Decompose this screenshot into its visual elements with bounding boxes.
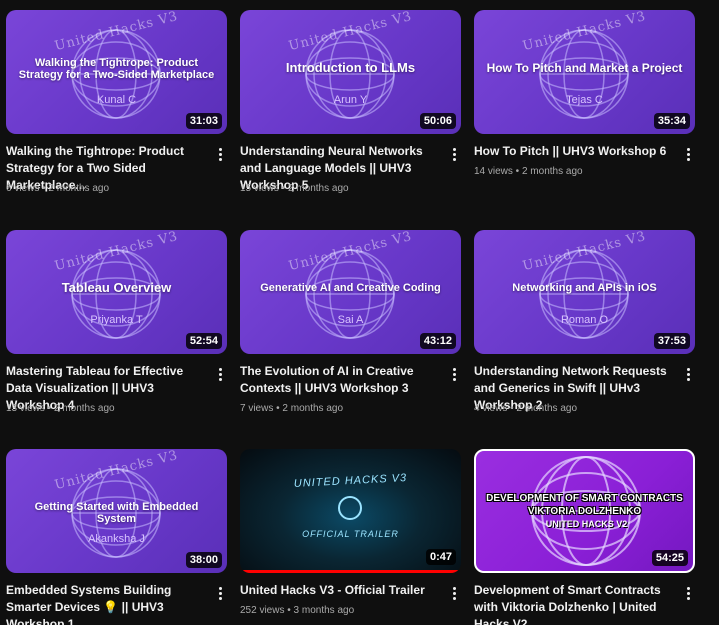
thumbnail-title: OFFICIAL TRAILER <box>302 529 399 539</box>
thumbnail-brand: UNITED HACKS V3 <box>293 472 408 490</box>
video-title[interactable]: Embedded Systems Building Smarter Device… <box>6 582 211 625</box>
view-count: 252 views <box>240 605 285 616</box>
thumbnail-title: Walking the Tightrope: Product Strategy … <box>18 57 215 81</box>
video-thumbnail[interactable]: United Hacks V3 Generative AI and Creati… <box>240 230 461 354</box>
video-card[interactable]: United Hacks V3 How To Pitch and Market … <box>474 10 696 177</box>
video-card[interactable]: United Hacks V3 Walking the Tightrope: P… <box>6 10 228 194</box>
view-count: 15 views <box>240 183 279 194</box>
thumbnail-title: Networking and APIs in iOS <box>512 282 657 294</box>
video-thumbnail[interactable]: United Hacks V3 Walking the Tightrope: P… <box>6 10 227 134</box>
thumbnail-speaker: Tejas C <box>566 94 603 106</box>
more-options-icon[interactable] <box>215 147 225 163</box>
duration-badge: 0:47 <box>425 549 456 565</box>
duration-badge: 52:54 <box>185 333 222 349</box>
video-thumbnail[interactable]: UNITED HACKS V3 OFFICIAL TRAILER 0:47 <box>240 449 461 573</box>
view-count: 14 views <box>474 166 513 177</box>
video-meta: 4 views • 2 months ago <box>474 403 578 414</box>
more-options-icon[interactable] <box>683 586 693 602</box>
video-thumbnail[interactable]: DEVELOPMENT OF SMART CONTRACTS VIKTORIA … <box>474 449 695 573</box>
video-meta: 15 views • 2 months ago <box>240 183 349 194</box>
duration-badge: 37:53 <box>653 333 690 349</box>
view-count: 6 views <box>6 183 40 194</box>
thumbnail-speaker: Sai A <box>337 314 364 326</box>
more-options-icon[interactable] <box>449 147 459 163</box>
video-card[interactable]: UNITED HACKS V3 OFFICIAL TRAILER 0:47 Un… <box>240 449 462 616</box>
video-meta: 13 views • 2 months ago <box>6 403 115 414</box>
video-card[interactable]: United Hacks V3 Getting Started with Emb… <box>6 449 228 625</box>
video-thumbnail[interactable]: United Hacks V3 Tableau Overview Priyank… <box>6 230 227 354</box>
more-options-icon[interactable] <box>683 147 693 163</box>
upload-age: 2 months ago <box>48 183 110 194</box>
video-title[interactable]: How To Pitch || UHV3 Workshop 6 <box>474 143 679 160</box>
video-thumbnail[interactable]: United Hacks V3 How To Pitch and Market … <box>474 10 695 134</box>
duration-badge: 50:06 <box>419 113 456 129</box>
thumbnail-title: DEVELOPMENT OF SMART CONTRACTS VIKTORIA … <box>486 493 683 517</box>
thumbnail-speaker: Arun Y <box>333 94 368 106</box>
view-count: 13 views <box>6 403 45 414</box>
thumbnail-brand: UNITED HACKS V2 <box>545 519 628 529</box>
thumbnail-speaker: Priyanka T <box>90 314 143 326</box>
video-thumbnail[interactable]: United Hacks V3 Introduction to LLMs Aru… <box>240 10 461 134</box>
video-card[interactable]: United Hacks V3 Networking and APIs in i… <box>474 230 696 414</box>
duration-badge: 35:34 <box>653 113 690 129</box>
video-card[interactable]: United Hacks V3 Generative AI and Creati… <box>240 230 462 414</box>
duration-badge: 54:25 <box>651 550 688 566</box>
more-options-icon[interactable] <box>449 367 459 383</box>
view-count: 4 views <box>474 403 508 414</box>
video-thumbnail[interactable]: United Hacks V3 Networking and APIs in i… <box>474 230 695 354</box>
upload-age: 2 months ago <box>53 403 115 414</box>
thumbnail-speaker: Roman O <box>560 314 609 326</box>
upload-age: 2 months ago <box>521 166 583 177</box>
thumbnail-title: Generative AI and Creative Coding <box>260 282 441 294</box>
video-meta: 6 views • 2 months ago <box>6 183 110 194</box>
duration-badge: 38:00 <box>185 552 222 568</box>
upload-age: 2 months ago <box>282 403 344 414</box>
thumbnail-speaker: Kunal C <box>96 94 137 106</box>
more-options-icon[interactable] <box>449 586 459 602</box>
thumbnail-title: Getting Started with Embedded System <box>34 501 199 525</box>
duration-badge: 31:03 <box>185 113 222 129</box>
more-options-icon[interactable] <box>215 586 225 602</box>
video-meta: 7 views • 2 months ago <box>240 403 344 414</box>
upload-age: 3 months ago <box>293 605 355 616</box>
upload-age: 2 months ago <box>516 403 578 414</box>
video-card[interactable]: United Hacks V3 Tableau Overview Priyank… <box>6 230 228 414</box>
logo-icon <box>338 496 362 520</box>
video-meta: 252 views • 3 months ago <box>240 605 355 616</box>
video-title[interactable]: Development of Smart Contracts with Vikt… <box>474 582 679 625</box>
video-title[interactable]: The Evolution of AI in Creative Contexts… <box>240 363 445 397</box>
video-meta: 14 views • 2 months ago <box>474 166 583 177</box>
view-count: 7 views <box>240 403 274 414</box>
upload-age: 2 months ago <box>287 183 349 194</box>
video-card[interactable]: United Hacks V3 Introduction to LLMs Aru… <box>240 10 462 194</box>
video-grid: United Hacks V3 Walking the Tightrope: P… <box>0 0 719 625</box>
more-options-icon[interactable] <box>215 367 225 383</box>
video-card[interactable]: DEVELOPMENT OF SMART CONTRACTS VIKTORIA … <box>474 449 696 625</box>
duration-badge: 43:12 <box>419 333 456 349</box>
thumbnail-speaker: Akanksha J <box>88 533 145 545</box>
video-title[interactable]: United Hacks V3 - Official Trailer <box>240 582 445 599</box>
video-thumbnail[interactable]: United Hacks V3 Getting Started with Emb… <box>6 449 227 573</box>
thumbnail-title: How To Pitch and Market a Project <box>486 61 683 75</box>
thumbnail-title: Tableau Overview <box>61 280 172 295</box>
watch-progress-bar <box>240 570 461 573</box>
thumbnail-title: Introduction to LLMs <box>285 60 416 75</box>
more-options-icon[interactable] <box>683 367 693 383</box>
